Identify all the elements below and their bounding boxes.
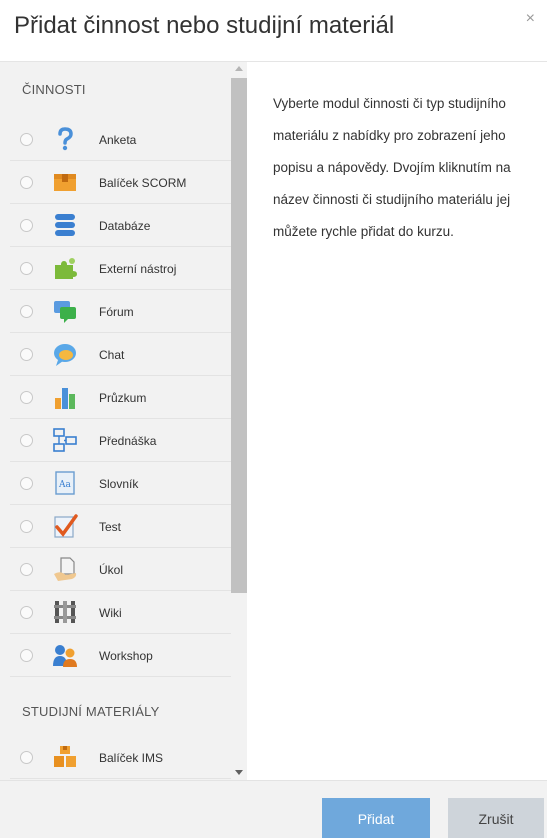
item-label: Workshop	[99, 649, 153, 663]
assignment-icon	[54, 557, 77, 581]
item-label: Wiki	[99, 606, 122, 620]
list-item-chat[interactable]: Chat	[10, 333, 231, 376]
item-label: Balíček SCORM	[99, 176, 187, 190]
cancel-button[interactable]: Zrušit	[448, 798, 544, 838]
workshop-icon	[53, 645, 77, 667]
wiki-icon	[54, 601, 76, 623]
list-item-prednaska[interactable]: Přednáška	[10, 419, 231, 462]
list-item-pruzkum[interactable]: Průzkum	[10, 376, 231, 419]
dialog-header: Přidat činnost nebo studijní materiál ×	[0, 0, 547, 62]
description-panel: Vyberte modul činnosti či typ studijního…	[247, 62, 547, 780]
dialog-title: Přidat činnost nebo studijní materiál	[14, 12, 395, 39]
scrollbar[interactable]	[231, 62, 247, 780]
radio-button[interactable]	[20, 606, 33, 619]
item-label: Fórum	[99, 305, 134, 319]
list-item-balicek-ims[interactable]: Balíček IMS	[10, 736, 231, 779]
list-item-scorm[interactable]: Balíček SCORM	[10, 161, 231, 204]
svg-text:Aa: Aa	[58, 480, 71, 490]
radio-button[interactable]	[20, 348, 33, 361]
scroll-down-arrow-icon[interactable]	[235, 770, 243, 775]
list-item-forum[interactable]: Fórum	[10, 290, 231, 333]
ims-package-icon	[54, 746, 76, 767]
radio-button[interactable]	[20, 751, 33, 764]
radio-button[interactable]	[20, 219, 33, 232]
list-item-slovnik[interactable]: Aa Slovník	[10, 462, 231, 505]
module-list-panel: ČINNOSTI Anketa Balíček SCORM Databáze E…	[0, 62, 247, 780]
list-item-databaze[interactable]: Databáze	[10, 204, 231, 247]
module-description: Vyberte modul činnosti či typ studijního…	[273, 96, 511, 239]
list-item-anketa[interactable]: Anketa	[10, 118, 231, 161]
close-icon[interactable]: ×	[526, 10, 535, 28]
item-label: Test	[99, 520, 122, 534]
item-label: Průzkum	[99, 391, 147, 405]
item-label: Úkol	[99, 563, 124, 577]
list-item-ukol[interactable]: Úkol	[10, 548, 231, 591]
radio-button[interactable]	[20, 305, 33, 318]
radio-button[interactable]	[20, 391, 33, 404]
section-title-activities: ČINNOSTI	[22, 82, 86, 97]
radio-button[interactable]	[20, 262, 33, 275]
database-icon	[55, 214, 75, 236]
radio-button[interactable]	[20, 477, 33, 490]
item-label: Externí nástroj	[99, 262, 177, 276]
item-label: Přednáška	[99, 434, 157, 448]
dialog-footer: Přidat Zrušit	[0, 780, 547, 838]
item-label: Balíček IMS	[99, 751, 164, 765]
radio-button[interactable]	[20, 133, 33, 146]
scrollbar-thumb[interactable]	[231, 78, 247, 593]
radio-button[interactable]	[20, 434, 33, 447]
list-item-test[interactable]: Test	[10, 505, 231, 548]
list-item-workshop[interactable]: Workshop	[10, 634, 231, 677]
item-label: Anketa	[99, 133, 137, 147]
chat-icon	[54, 344, 76, 366]
question-icon	[58, 127, 73, 151]
dictionary-icon: Aa	[55, 471, 75, 495]
flowchart-icon	[53, 428, 77, 452]
add-button[interactable]: Přidat	[322, 798, 430, 838]
puzzle-icon	[55, 258, 77, 279]
module-list: ČINNOSTI Anketa Balíček SCORM Databáze E…	[0, 62, 232, 780]
radio-button[interactable]	[20, 520, 33, 533]
bar-chart-icon	[55, 388, 75, 409]
item-label: Databáze	[99, 219, 151, 233]
checkmark-icon	[54, 514, 78, 538]
section-title-resources: STUDIJNÍ MATERIÁLY	[22, 704, 160, 719]
radio-button[interactable]	[20, 563, 33, 576]
radio-button[interactable]	[20, 649, 33, 662]
list-item-externi-nastroj[interactable]: Externí nástroj	[10, 247, 231, 290]
scroll-up-arrow-icon[interactable]	[235, 66, 243, 71]
item-label: Slovník	[99, 477, 139, 491]
package-icon	[54, 174, 76, 191]
list-item-wiki[interactable]: Wiki	[10, 591, 231, 634]
item-label: Chat	[99, 348, 125, 362]
radio-button[interactable]	[20, 176, 33, 189]
forum-icon	[54, 301, 76, 323]
